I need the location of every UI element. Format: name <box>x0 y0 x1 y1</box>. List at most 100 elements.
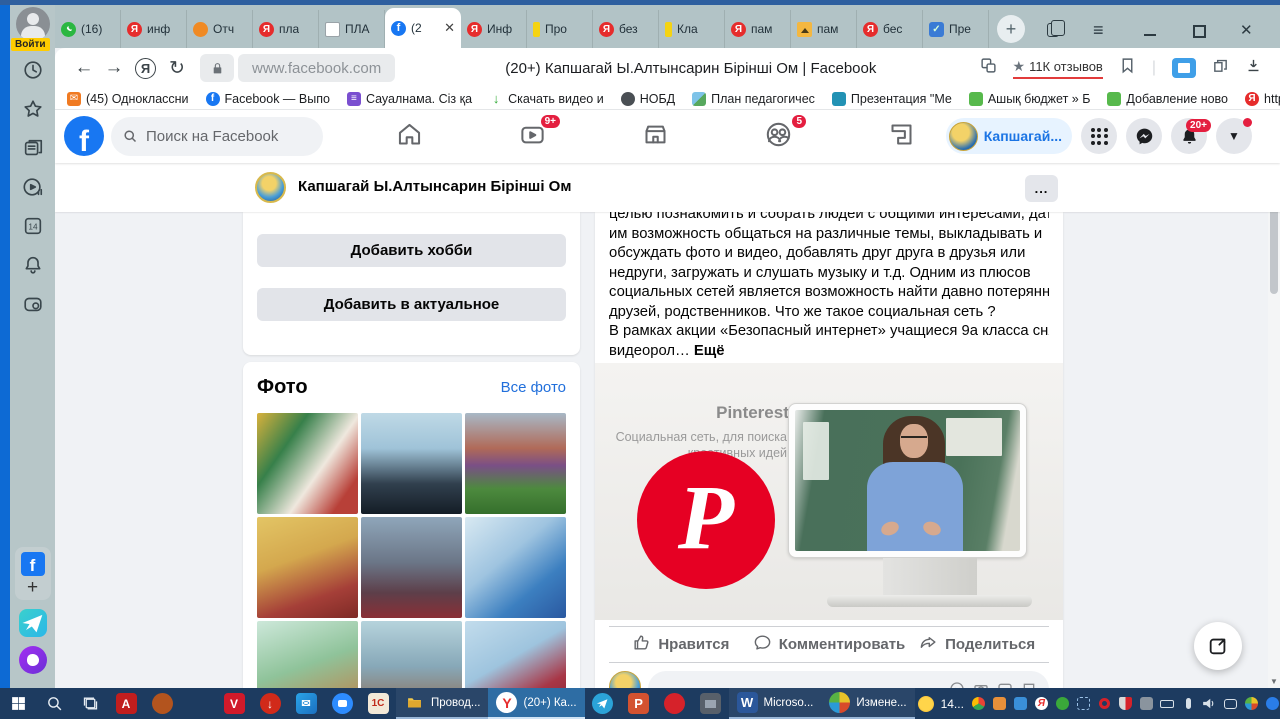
browser-tab[interactable]: Япла <box>253 10 319 48</box>
taskbar-onec[interactable]: 1С <box>360 688 396 719</box>
minimize-button[interactable] <box>1143 22 1159 38</box>
menu-icon[interactable] <box>1093 22 1109 38</box>
browser-tab[interactable]: ✓Пре <box>923 10 989 48</box>
see-more-link[interactable]: Ещё <box>694 343 725 359</box>
browser-tab[interactable]: пам <box>791 10 857 48</box>
page-name[interactable]: Капшагай Ы.Алтынсарин Бірінші Ом <box>298 178 571 195</box>
tab-close-icon[interactable]: ✕ <box>444 20 455 36</box>
facebook-logo[interactable]: f <box>64 116 104 156</box>
back-button[interactable]: ← <box>69 57 99 79</box>
calendar-icon[interactable]: 14 <box>21 214 45 238</box>
taskbar-red-v-app[interactable]: V <box>216 688 252 719</box>
emoji-icon[interactable] <box>949 681 965 688</box>
taskbar-dark-pc-app[interactable] <box>693 688 729 719</box>
browser-tab[interactable]: (16) <box>55 10 121 48</box>
bookmark-flag-icon[interactable] <box>1119 57 1136 79</box>
browser-tab[interactable]: f(2✕ <box>385 8 461 48</box>
photo-certificates-group[interactable] <box>257 621 358 688</box>
share-button[interactable]: Поделиться <box>905 627 1049 662</box>
post-image[interactable]: Pinterest Социальная сеть, для поиска кр… <box>595 363 1063 620</box>
photo-projector-presentation[interactable] <box>361 413 462 514</box>
browser-tab[interactable]: Ябез <box>593 10 659 48</box>
bookmark-item[interactable]: Презентация "Ме <box>832 92 952 106</box>
taskbar-mail[interactable]: ✉ <box>288 688 324 719</box>
browser-tab[interactable]: Япам <box>725 10 791 48</box>
watch-tab[interactable]: 9+ <box>508 114 556 160</box>
address-bar[interactable]: www.facebook.com <box>200 54 395 82</box>
tray-shield-icon[interactable] <box>1116 694 1135 713</box>
scrollbar-thumb[interactable] <box>1270 202 1278 294</box>
camera-icon[interactable] <box>973 681 989 688</box>
all-photos-link[interactable]: Все фото <box>501 379 566 396</box>
tray-ym-icon[interactable]: Я <box>1032 694 1051 713</box>
browser-tab[interactable]: Отч <box>187 10 253 48</box>
taskbar-start-button[interactable] <box>0 688 36 719</box>
taskbar-zoom[interactable] <box>324 688 360 719</box>
compose-post-fab[interactable] <box>1194 622 1242 670</box>
collections-icon[interactable] <box>1212 57 1229 79</box>
taskbar-red-drop-app[interactable] <box>657 688 693 719</box>
profile-avatar[interactable] <box>16 7 50 41</box>
gif-icon[interactable] <box>997 681 1013 688</box>
sticker-icon[interactable] <box>1021 681 1037 688</box>
tray-dashed-icon[interactable] <box>1074 694 1093 713</box>
taskbar-taskbar-search[interactable] <box>36 688 72 719</box>
groups-tab[interactable]: 5 <box>754 114 802 160</box>
yandex-services-icon[interactable]: Я <box>135 58 156 79</box>
feed-icon[interactable] <box>21 136 45 160</box>
taskbar-changes-app[interactable]: Измене... <box>821 688 914 719</box>
page-avatar-small[interactable] <box>255 172 286 203</box>
reload-button[interactable]: ↻ <box>162 57 192 80</box>
taskbar-explorer[interactable]: Провод... <box>396 688 488 719</box>
like-button[interactable]: Нравится <box>609 627 753 662</box>
browser-tab[interactable]: ЯИнф <box>461 10 527 48</box>
browser-tab[interactable]: Яинф <box>121 10 187 48</box>
marketplace-tab[interactable] <box>631 114 679 160</box>
photo-auditorium-crowd[interactable] <box>361 517 462 618</box>
favorites-icon[interactable] <box>21 97 45 121</box>
profile-pill[interactable]: Капшагай... <box>946 118 1072 154</box>
facebook-search[interactable]: Поиск на Facebook <box>111 117 323 156</box>
bookmark-item[interactable]: ✉(45) Одноклассни <box>67 92 189 106</box>
home-tab[interactable] <box>385 114 433 160</box>
url-text[interactable]: www.facebook.com <box>238 54 395 82</box>
tray-opera-icon[interactable] <box>1095 694 1114 713</box>
bookmark-item[interactable]: НОБД <box>621 92 675 106</box>
reviews-rating[interactable]: ★11К отзывов <box>1013 58 1103 79</box>
bookmark-item[interactable]: Яhttps:/ <box>1245 92 1280 106</box>
browser-tab[interactable]: ПЛА <box>319 10 385 48</box>
downloads-icon[interactable] <box>1245 57 1262 79</box>
bookmark-item[interactable]: fFacebook — Выпо <box>206 92 330 106</box>
comment-input[interactable] <box>648 671 1049 688</box>
close-button[interactable] <box>1240 22 1256 38</box>
taskbar-powerpoint[interactable]: P <box>621 688 657 719</box>
facebook-shortcut-icon[interactable]: f <box>21 552 45 576</box>
page-more-button[interactable]: ... <box>1025 175 1058 202</box>
tray-gcheck-icon[interactable] <box>1053 694 1072 713</box>
taskbar-word[interactable]: WMicroso... <box>729 688 822 719</box>
music-icon[interactable] <box>21 175 45 199</box>
taskbar-acrobat[interactable]: A <box>108 688 144 719</box>
translate-icon[interactable] <box>980 57 997 79</box>
taskbar-download-manager[interactable]: ↓ <box>252 688 288 719</box>
tray-obox-icon[interactable] <box>990 694 1009 713</box>
screenshot-icon[interactable] <box>21 292 45 316</box>
messenger-button[interactable] <box>1126 118 1162 154</box>
taskbar-browser-orange[interactable] <box>144 688 180 719</box>
photo-red-dress-group[interactable] <box>465 621 566 688</box>
add-shortcut-button[interactable]: + <box>27 578 38 598</box>
account-menu-button[interactable]: ▼ <box>1216 118 1252 154</box>
add-featured-button[interactable]: Добавить в актуальное <box>257 288 566 321</box>
apps-menu-button[interactable] <box>1081 118 1117 154</box>
browser-tab[interactable]: Кла <box>659 10 725 48</box>
dictionary-extension-icon[interactable] <box>1172 58 1196 78</box>
lock-icon[interactable] <box>200 54 234 82</box>
login-button[interactable]: Войти <box>11 38 50 51</box>
tray-mic-icon[interactable] <box>1179 694 1198 713</box>
browser-tab[interactable]: Про <box>527 10 593 48</box>
photo-new-year-girls[interactable] <box>257 413 358 514</box>
gaming-tab[interactable] <box>877 114 925 160</box>
taskbar-yandex-browser[interactable]: Y(20+) Ка... <box>488 688 584 719</box>
tab-panel-icon[interactable] <box>1047 23 1059 37</box>
tray-spk-icon[interactable] <box>1200 694 1219 713</box>
